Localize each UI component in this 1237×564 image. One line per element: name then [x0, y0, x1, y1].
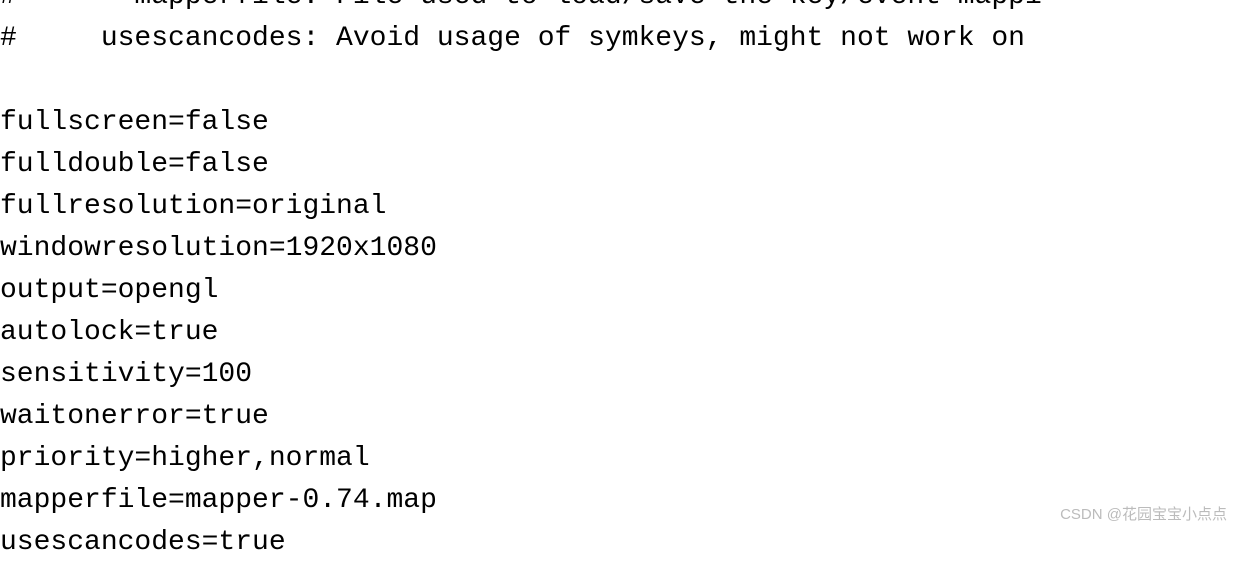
config-fullscreen: fullscreen=false [0, 102, 1237, 144]
comment-block: # mapperfile: File used to load/save the… [0, 0, 1237, 60]
config-output: output=opengl [0, 270, 1237, 312]
config-autolock: autolock=true [0, 312, 1237, 354]
config-sensitivity: sensitivity=100 [0, 354, 1237, 396]
config-windowresolution: windowresolution=1920x1080 [0, 228, 1237, 270]
comment-line-mapperfile: # mapperfile: File used to load/save the… [0, 0, 1237, 18]
config-waitonerror: waitonerror=true [0, 396, 1237, 438]
config-file-content: # mapperfile: File used to load/save the… [0, 0, 1237, 564]
config-fullresolution: fullresolution=original [0, 186, 1237, 228]
config-priority: priority=higher,normal [0, 438, 1237, 480]
comment-line-usescancodes: # usescancodes: Avoid usage of symkeys, … [0, 18, 1237, 60]
config-mapperfile: mapperfile=mapper-0.74.map [0, 480, 1237, 522]
config-fulldouble: fulldouble=false [0, 144, 1237, 186]
config-usescancodes: usescancodes=true [0, 522, 1237, 564]
watermark-text: CSDN @花园宝宝小点点 [1060, 504, 1227, 527]
